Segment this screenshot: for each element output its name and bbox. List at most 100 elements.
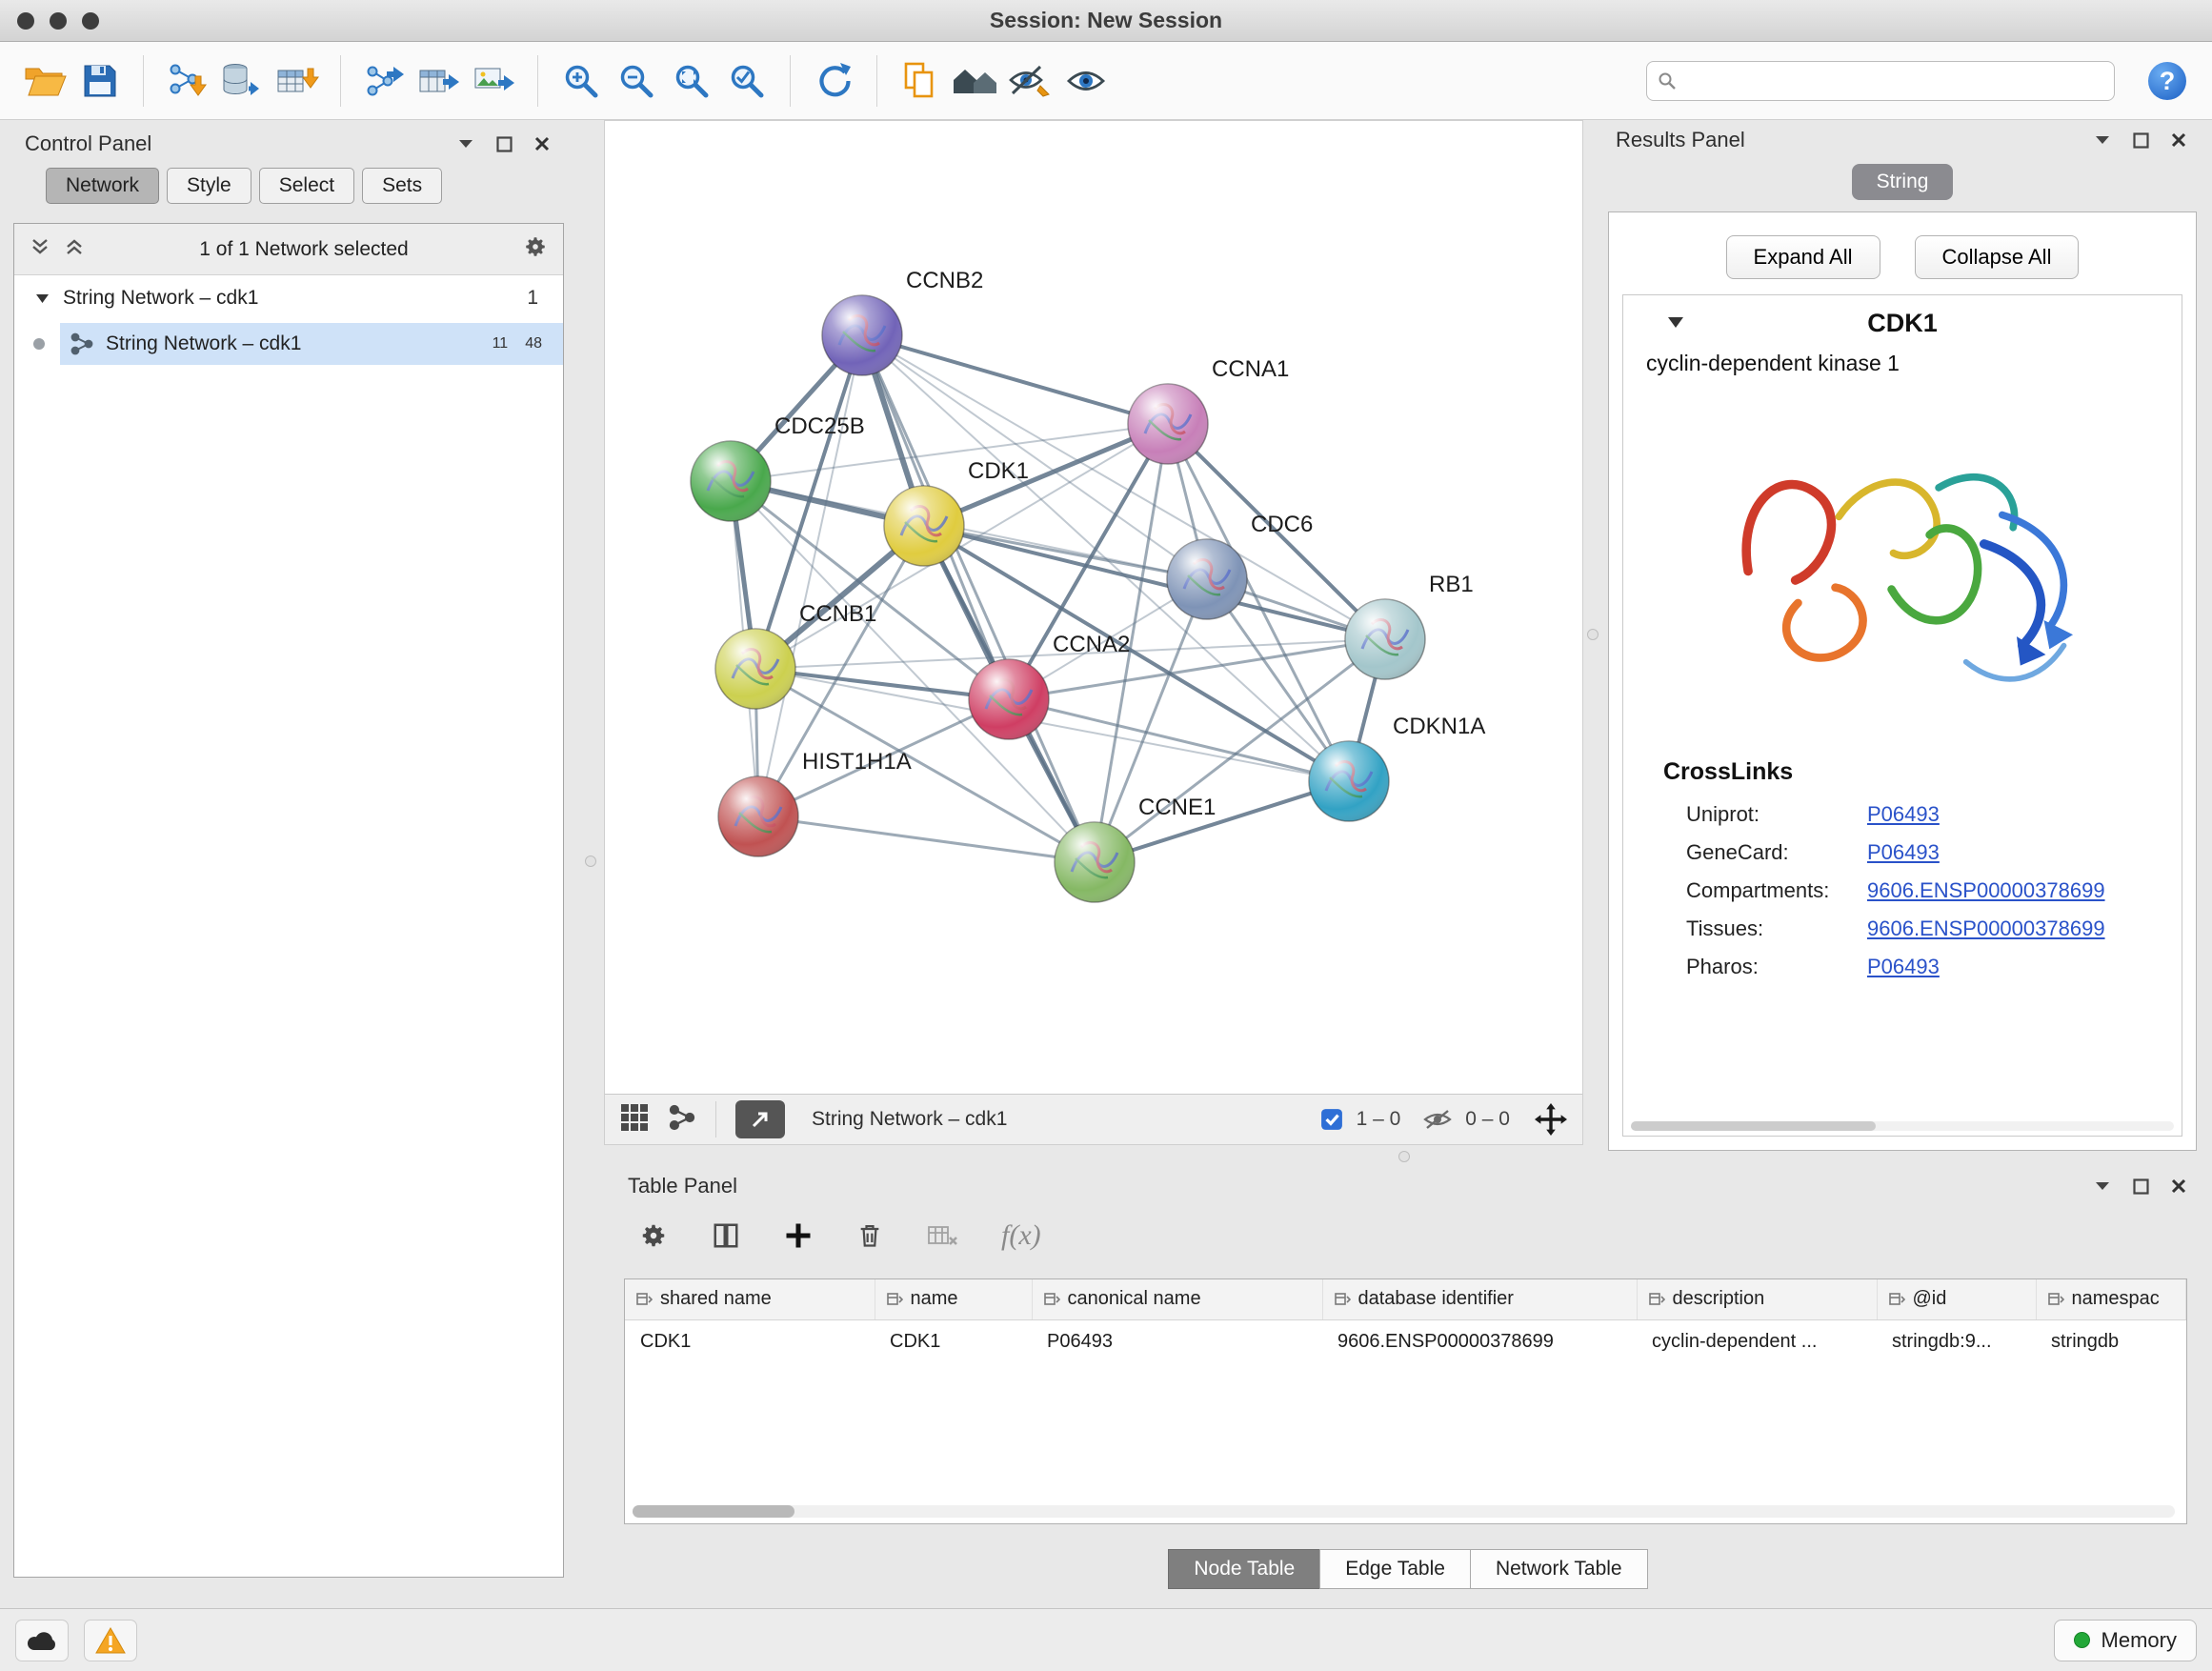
cell-name[interactable]: CDK1 bbox=[875, 1319, 1032, 1363]
column-header[interactable]: namespac bbox=[2036, 1279, 2186, 1319]
export-network-button[interactable] bbox=[356, 52, 412, 110]
table-row[interactable]: CDK1 CDK1 P06493 9606.ENSP00000378699 cy… bbox=[625, 1319, 2186, 1363]
cell-id[interactable]: stringdb:9... bbox=[1877, 1319, 2036, 1363]
panel-float-icon[interactable] bbox=[2130, 1176, 2151, 1197]
import-database-button[interactable] bbox=[214, 52, 270, 110]
panel-float-icon[interactable] bbox=[493, 133, 514, 154]
cell-database-identifier[interactable]: 9606.ENSP00000378699 bbox=[1322, 1319, 1637, 1363]
memory-button[interactable]: Memory bbox=[2054, 1620, 2197, 1661]
warnings-button[interactable] bbox=[84, 1620, 137, 1661]
network-graph[interactable]: CCNB2CCNA1CDC25BCDK1CDC6RB1CCNB1CCNA2CDK… bbox=[605, 121, 1582, 1093]
graphics-details-button[interactable] bbox=[1058, 52, 1114, 110]
expand-all-icon[interactable] bbox=[30, 238, 50, 260]
add-column-icon[interactable] bbox=[784, 1221, 813, 1250]
grid-view-icon[interactable] bbox=[620, 1103, 649, 1137]
collapse-triangle-icon[interactable] bbox=[35, 287, 50, 310]
protein-structure-image bbox=[1623, 405, 2182, 724]
cloud-button[interactable] bbox=[15, 1620, 69, 1661]
tab-sets[interactable]: Sets bbox=[362, 168, 442, 204]
hidden-eye-slash-icon[interactable] bbox=[1423, 1108, 1452, 1131]
export-table-button[interactable] bbox=[412, 52, 467, 110]
zoom-in-button[interactable] bbox=[553, 52, 609, 110]
uniprot-link[interactable]: P06493 bbox=[1867, 802, 1940, 827]
save-session-button[interactable] bbox=[72, 52, 128, 110]
apply-layout-button[interactable] bbox=[806, 52, 861, 110]
network-share-icon[interactable] bbox=[668, 1104, 696, 1136]
documents-button[interactable] bbox=[893, 52, 948, 110]
left-splitter-grip[interactable] bbox=[585, 856, 596, 867]
cell-description[interactable]: cyclin-dependent ... bbox=[1637, 1319, 1877, 1363]
network-node-CDKN1A[interactable]: CDKN1A bbox=[1309, 714, 1485, 821]
tab-edge-table[interactable]: Edge Table bbox=[1319, 1549, 1471, 1589]
network-canvas[interactable]: CCNB2CCNA1CDC25BCDK1CDC6RB1CCNB1CCNA2CDK… bbox=[605, 121, 1582, 1094]
function-builder-icon[interactable]: f(x) bbox=[1001, 1219, 1041, 1252]
panel-menu-icon[interactable] bbox=[2092, 1176, 2113, 1197]
zoom-out-button[interactable] bbox=[609, 52, 664, 110]
tissues-link[interactable]: 9606.ENSP00000378699 bbox=[1867, 916, 2105, 941]
panel-close-icon[interactable] bbox=[532, 133, 553, 154]
network-node-RB1[interactable]: RB1 bbox=[1345, 572, 1474, 679]
column-header[interactable]: name bbox=[875, 1279, 1032, 1319]
import-network-button[interactable] bbox=[159, 52, 214, 110]
table-settings-gear-icon[interactable] bbox=[639, 1221, 668, 1250]
zoom-selected-button[interactable] bbox=[719, 52, 774, 110]
compartments-link[interactable]: 9606.ENSP00000378699 bbox=[1867, 878, 2105, 903]
column-header[interactable]: canonical name bbox=[1032, 1279, 1322, 1319]
bottom-splitter-grip[interactable] bbox=[1398, 1151, 1410, 1162]
memory-label: Memory bbox=[2101, 1628, 2177, 1653]
network-collection-row[interactable]: String Network – cdk1 1 bbox=[14, 275, 563, 321]
help-button[interactable]: ? bbox=[2140, 52, 2195, 110]
gear-icon[interactable] bbox=[523, 234, 548, 264]
crosslink-row: Tissues: 9606.ENSP00000378699 bbox=[1623, 910, 2182, 948]
collapse-section-icon[interactable] bbox=[1667, 316, 1684, 333]
selected-checkbox-icon[interactable] bbox=[1320, 1108, 1343, 1131]
annotations-visibility-button[interactable] bbox=[1003, 52, 1058, 110]
tab-select[interactable]: Select bbox=[259, 168, 354, 204]
column-header[interactable]: database identifier bbox=[1322, 1279, 1637, 1319]
zoom-fit-button[interactable] bbox=[664, 52, 719, 110]
results-horizontal-scrollbar[interactable] bbox=[1631, 1121, 2174, 1131]
column-type-icon bbox=[887, 1292, 903, 1306]
network-row-selected[interactable]: String Network – cdk1 11 48 bbox=[14, 321, 563, 367]
collapse-all-icon[interactable] bbox=[64, 238, 85, 260]
network-node-CCNA1[interactable]: CCNA1 bbox=[1128, 356, 1289, 464]
panel-menu-icon[interactable] bbox=[2092, 130, 2113, 151]
crosslink-label: Compartments: bbox=[1686, 878, 1867, 903]
node-label-CDC25B: CDC25B bbox=[774, 413, 865, 439]
cell-namespace[interactable]: stringdb bbox=[2036, 1319, 2186, 1363]
node-label-CDC6: CDC6 bbox=[1251, 512, 1313, 537]
cell-canonical-name[interactable]: P06493 bbox=[1032, 1319, 1322, 1363]
tab-node-table[interactable]: Node Table bbox=[1168, 1549, 1320, 1589]
move-crosshair-icon[interactable] bbox=[1535, 1103, 1567, 1136]
delete-column-icon[interactable] bbox=[856, 1221, 883, 1250]
table-horizontal-scrollbar[interactable] bbox=[633, 1505, 2175, 1518]
column-header[interactable]: description bbox=[1637, 1279, 1877, 1319]
column-header[interactable]: shared name bbox=[625, 1279, 875, 1319]
tab-string[interactable]: String bbox=[1852, 164, 1954, 200]
home-button[interactable] bbox=[948, 52, 1003, 110]
panel-close-icon[interactable] bbox=[2168, 1176, 2189, 1197]
show-columns-icon[interactable] bbox=[712, 1221, 740, 1250]
tab-network[interactable]: Network bbox=[46, 168, 159, 204]
network-node-HIST1H1A[interactable]: HIST1H1A bbox=[718, 749, 912, 856]
expand-all-button[interactable]: Expand All bbox=[1726, 235, 1880, 279]
network-nodes[interactable]: CCNB2CCNA1CDC25BCDK1CDC6RB1CCNB1CCNA2CDK… bbox=[691, 268, 1485, 902]
detach-view-button[interactable] bbox=[735, 1100, 785, 1138]
right-splitter-grip[interactable] bbox=[1587, 629, 1599, 640]
export-image-button[interactable] bbox=[467, 52, 522, 110]
pharos-link[interactable]: P06493 bbox=[1867, 955, 1940, 979]
tab-style[interactable]: Style bbox=[167, 168, 251, 204]
search-input[interactable] bbox=[1646, 61, 2115, 101]
gene-section: CDK1 cyclin-dependent kinase 1 bbox=[1622, 294, 2182, 1137]
panel-menu-icon[interactable] bbox=[455, 133, 476, 154]
panel-close-icon[interactable] bbox=[2168, 130, 2189, 151]
genecard-link[interactable]: P06493 bbox=[1867, 840, 1940, 865]
cell-shared-name[interactable]: CDK1 bbox=[625, 1319, 875, 1363]
collapse-all-button[interactable]: Collapse All bbox=[1915, 235, 2080, 279]
panel-float-icon[interactable] bbox=[2130, 130, 2151, 151]
open-session-button[interactable] bbox=[17, 52, 72, 110]
delete-table-icon[interactable] bbox=[927, 1222, 957, 1249]
import-table-button[interactable] bbox=[270, 52, 325, 110]
tab-network-table[interactable]: Network Table bbox=[1470, 1549, 1648, 1589]
column-header[interactable]: @id bbox=[1877, 1279, 2036, 1319]
